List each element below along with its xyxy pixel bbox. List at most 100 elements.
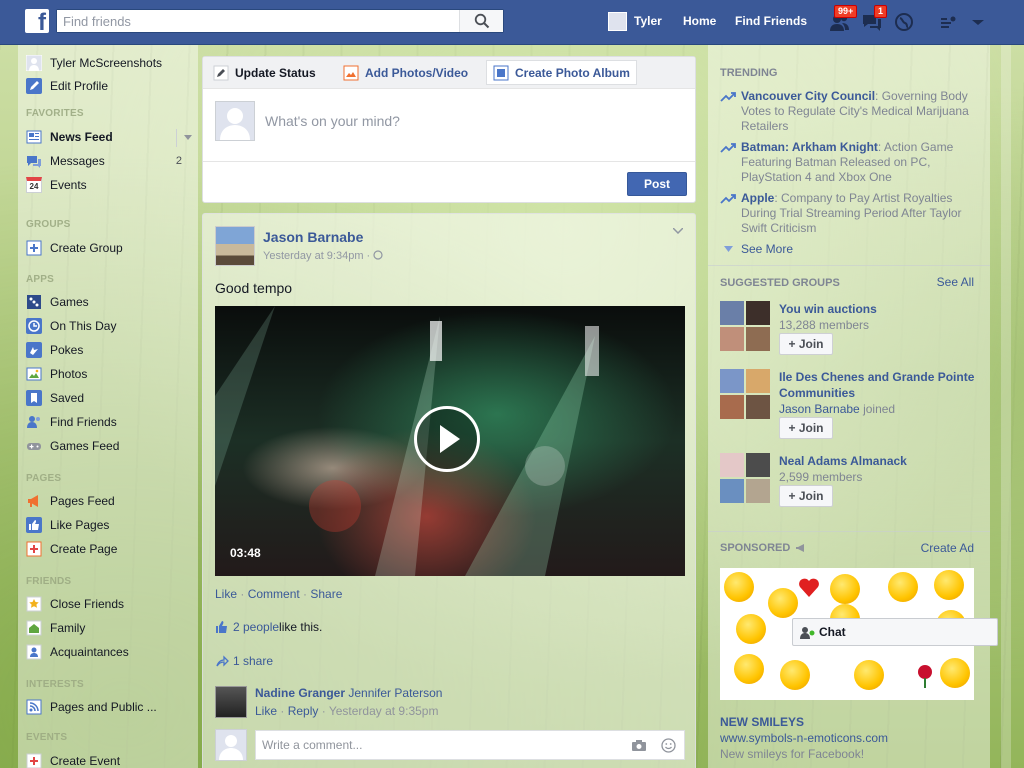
sidebar-item-on-this-day[interactable]: On This Day <box>26 316 196 336</box>
commenter-name[interactable]: Nadine Granger <box>255 686 345 700</box>
friend-requests-button[interactable]: 99+ <box>828 5 858 34</box>
create-group-label: Create Group <box>50 241 123 255</box>
plus-icon: + <box>788 421 799 435</box>
group-name[interactable]: Ile Des Chenes and Grande Pointe Communi… <box>779 369 979 401</box>
trending-item[interactable]: Vancouver City Council: Governing Body V… <box>720 89 970 134</box>
create-ad-link[interactable]: Create Ad <box>921 541 974 555</box>
share-link[interactable]: Share <box>310 587 342 601</box>
games-label: Games <box>50 295 89 309</box>
megaphone-icon <box>796 544 805 552</box>
sidebar-item-pokes[interactable]: Pokes <box>26 340 196 360</box>
comment-link[interactable]: Comment <box>248 587 300 601</box>
sidebar-item-pages-and-public[interactable]: Pages and Public ... <box>26 697 196 717</box>
ad-url[interactable]: www.symbols-n-emoticons.com <box>720 731 888 745</box>
home-link[interactable]: Home <box>683 0 716 45</box>
profile-link[interactable]: Tyler <box>634 0 662 45</box>
feed-story: Jason Barnabe Yesterday at 9:34pm · Good… <box>202 213 696 768</box>
sidebar-item-close-friends[interactable]: Close Friends <box>26 594 196 614</box>
video-player[interactable]: 03:48 <box>215 306 685 576</box>
tab-update-status[interactable]: Update Status <box>207 60 322 85</box>
trending-item[interactable]: Batman: Arkham Knight: Action Game Featu… <box>720 140 970 185</box>
tab-add-photos[interactable]: Add Photos/Video <box>337 60 474 85</box>
comment-like-link[interactable]: Like <box>255 704 277 718</box>
sidebar-item-find-friends[interactable]: Find Friends <box>26 412 196 432</box>
thumbs-up-icon <box>26 517 42 533</box>
messages-button[interactable]: 1 <box>860 5 888 34</box>
friend-link[interactable]: Jason Barnabe <box>779 402 860 416</box>
news-feed-icon <box>26 129 42 145</box>
sidebar-item-create-event[interactable]: Create Event <box>26 751 196 768</box>
commenter-avatar[interactable] <box>215 686 247 718</box>
messages-count: 2 <box>175 155 182 167</box>
edit-profile-link[interactable]: Edit Profile <box>26 76 196 96</box>
likes-link[interactable]: 2 people <box>233 620 279 634</box>
search-button[interactable] <box>459 10 503 32</box>
shares-link[interactable]: 1 share <box>233 654 273 668</box>
join-group-button[interactable]: + Join <box>779 485 833 507</box>
sidebar-item-saved[interactable]: Saved <box>26 388 196 408</box>
see-all-link[interactable]: See All <box>937 275 974 289</box>
sidebar-item-create-group[interactable]: Create Group <box>26 238 196 258</box>
trending-topic: Batman: Arkham Knight <box>741 140 878 154</box>
like-link[interactable]: Like <box>215 587 237 601</box>
facebook-logo[interactable]: f <box>25 9 49 33</box>
author-avatar[interactable] <box>215 226 255 266</box>
status-input[interactable] <box>265 109 675 133</box>
see-more-link[interactable]: See More <box>724 242 793 256</box>
search-input[interactable] <box>57 10 459 32</box>
trending-item[interactable]: Apple: Company to Pay Artist Royalties D… <box>720 191 970 236</box>
tab-create-photo-album[interactable]: Create Photo Album <box>486 60 637 85</box>
emoji-icon[interactable] <box>661 738 676 753</box>
sidebar-item-photos[interactable]: Photos <box>26 364 196 384</box>
ad-title[interactable]: NEW SMILEYS <box>720 715 804 729</box>
group-name[interactable]: Neal Adams Almanack <box>779 453 979 469</box>
sidebar-item-family[interactable]: Family <box>26 618 196 638</box>
profile-link[interactable]: Tyler McScreenshots <box>26 53 196 73</box>
smiley-icon <box>734 654 764 684</box>
story-timestamp[interactable]: Yesterday at 9:34pm · <box>263 250 383 262</box>
group-photos[interactable] <box>720 453 770 503</box>
author-name[interactable]: Jason Barnabe <box>263 229 363 245</box>
chevron-down-icon[interactable] <box>673 228 683 234</box>
group-photos[interactable] <box>720 369 770 419</box>
join-group-button[interactable]: + Join <box>779 417 833 439</box>
sidebar-item-pages-feed[interactable]: Pages Feed <box>26 491 196 511</box>
notifications-button[interactable] <box>892 10 916 34</box>
scrollbar[interactable] <box>1001 45 1011 768</box>
find-friends-link[interactable]: Find Friends <box>735 0 807 45</box>
photos-icon <box>26 366 42 382</box>
sidebar-item-games[interactable]: Games <box>26 292 196 312</box>
favorites-header: FAVORITES <box>26 108 84 119</box>
smiley-icon <box>724 572 754 602</box>
interests-header: INTERESTS <box>26 679 84 690</box>
account-menu-button[interactable] <box>966 10 990 34</box>
sidebar-item-messages[interactable]: Messages 2 <box>26 151 196 171</box>
sidebar-item-games-feed[interactable]: Games Feed <box>26 436 196 456</box>
camera-icon[interactable] <box>631 739 647 752</box>
caret-down-icon[interactable] <box>184 135 192 140</box>
play-button[interactable] <box>414 406 480 472</box>
pencil-icon <box>213 65 229 80</box>
user-avatar[interactable] <box>608 12 627 31</box>
comment-time[interactable]: Yesterday at 9:35pm <box>329 704 439 718</box>
sidebar-item-news-feed[interactable]: News Feed <box>26 127 196 147</box>
calendar-icon: 24 <box>26 177 42 193</box>
sidebar-item-events[interactable]: 24 Events <box>26 175 196 195</box>
sidebar-item-create-page[interactable]: Create Page <box>26 539 196 559</box>
sidebar-item-acquaintances[interactable]: Acquaintances <box>26 642 196 662</box>
privacy-shortcuts-button[interactable] <box>938 10 962 34</box>
rose-icon <box>918 665 932 688</box>
group-name[interactable]: You win auctions <box>779 301 979 317</box>
join-group-button[interactable]: + Join <box>779 333 833 355</box>
sidebar-item-like-pages[interactable]: Like Pages <box>26 515 196 535</box>
tagged-friend[interactable]: Jennifer Paterson <box>345 686 442 700</box>
chat-tab[interactable]: Chat <box>792 618 998 646</box>
smiley-icon <box>780 660 810 690</box>
post-button[interactable]: Post <box>627 172 687 196</box>
comment-reply-link[interactable]: Reply <box>288 704 319 718</box>
share-icon <box>216 655 229 667</box>
bookmark-icon <box>26 390 42 406</box>
group-photos[interactable] <box>720 301 770 351</box>
rss-icon <box>26 699 42 715</box>
comment-input[interactable] <box>255 730 685 760</box>
